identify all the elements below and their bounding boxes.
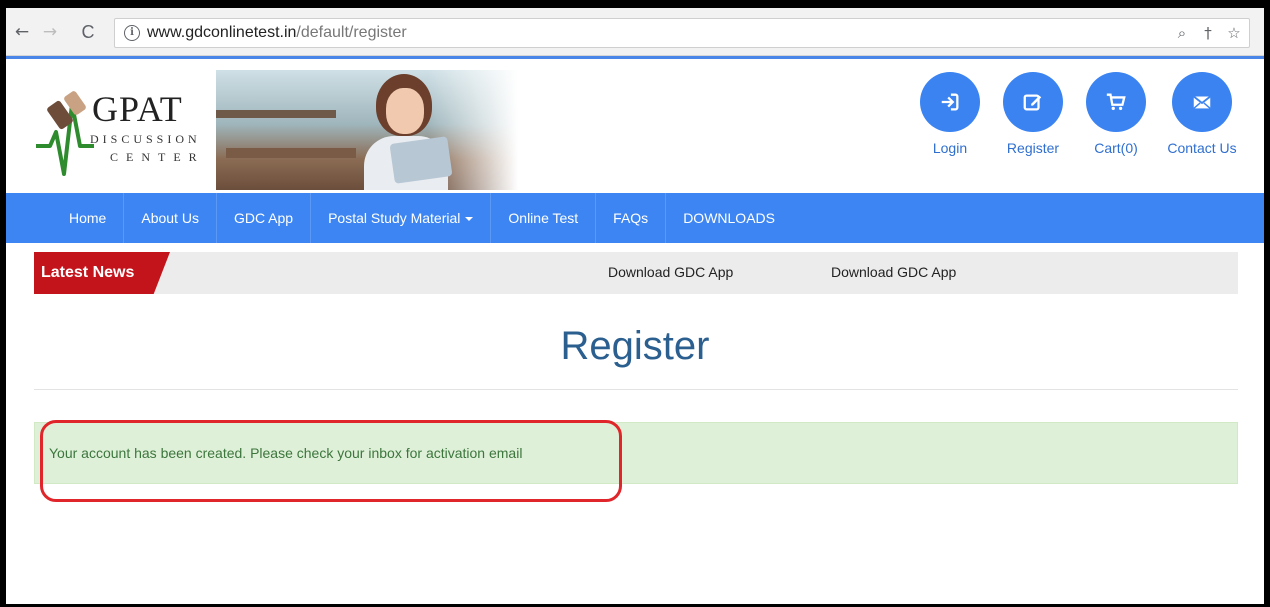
title-divider: [34, 389, 1238, 390]
nav-item-postal-label: Postal Study Material: [328, 210, 461, 226]
nav-item-home[interactable]: Home: [52, 193, 125, 243]
url-host: www.gdconlinetest.in: [147, 24, 297, 41]
star-icon[interactable]: ☆: [1225, 23, 1243, 43]
caret-down-icon: [465, 217, 474, 222]
nav-item-faqs[interactable]: FAQs: [596, 193, 667, 243]
news-ticker: Latest News Download GDC App Download GD…: [34, 252, 1238, 294]
annotation-highlight: [40, 420, 622, 502]
info-icon[interactable]: i: [124, 25, 140, 41]
url-path: /default/register: [296, 24, 407, 41]
nav-item-gdc-app[interactable]: GDC App: [217, 193, 312, 243]
address-bar-actions: ⌕ † ☆: [1173, 23, 1243, 43]
nav-item-postal-study-material[interactable]: Postal Study Material: [311, 193, 492, 243]
browser-toolbar: ← → C i www.gdconlinetest.in/default/reg…: [6, 8, 1264, 56]
logo-title: GPAT: [92, 89, 183, 129]
login-icon[interactable]: [920, 72, 980, 132]
banner-person-face: [386, 88, 424, 134]
address-bar[interactable]: i www.gdconlinetest.in/default/register …: [114, 18, 1250, 48]
logo-subtitle-2: CENTER: [110, 150, 205, 164]
envelope-icon[interactable]: [1172, 72, 1232, 132]
ticker-item[interactable]: Download GDC App: [608, 264, 733, 280]
url-text[interactable]: www.gdconlinetest.in/default/register: [147, 24, 407, 42]
login-label[interactable]: Login: [933, 140, 967, 156]
edit-icon[interactable]: [1003, 72, 1063, 132]
nav-item-downloads[interactable]: DOWNLOADS: [666, 193, 792, 243]
key-icon[interactable]: †: [1199, 23, 1217, 43]
contact-label[interactable]: Contact Us: [1167, 140, 1236, 156]
banner-shelf: [216, 110, 336, 118]
login-button[interactable]: Login: [915, 72, 985, 156]
contact-button[interactable]: Contact Us: [1164, 72, 1240, 156]
tab-accent-line: [6, 56, 1264, 59]
zoom-icon[interactable]: ⌕: [1173, 23, 1191, 43]
register-button[interactable]: Register: [998, 72, 1068, 156]
header-actions: Login Register Cart(0) Contact Us: [915, 72, 1240, 156]
banner-table: [226, 148, 356, 158]
cart-label[interactable]: Cart(0): [1094, 140, 1138, 156]
forward-icon[interactable]: →: [40, 22, 60, 42]
page-title: Register: [560, 324, 710, 368]
header-banner-image: [216, 70, 518, 190]
site-logo[interactable]: GPAT DISCUSSION CENTER: [34, 74, 209, 184]
reload-icon[interactable]: C: [78, 22, 98, 42]
cart-button[interactable]: Cart(0): [1081, 72, 1151, 156]
latest-news-label: Latest News: [34, 252, 170, 294]
register-label[interactable]: Register: [1007, 140, 1059, 156]
nav-item-online-test[interactable]: Online Test: [491, 193, 597, 243]
nav-item-about-us[interactable]: About Us: [124, 193, 217, 243]
main-nav: Home About Us GDC App Postal Study Mater…: [6, 193, 1264, 243]
browser-window: ← → C i www.gdconlinetest.in/default/reg…: [6, 8, 1264, 604]
banner-tablet: [389, 136, 453, 184]
logo-subtitle-1: DISCUSSION: [90, 132, 201, 146]
ticker-item[interactable]: Download GDC App: [831, 264, 956, 280]
cart-icon[interactable]: [1086, 72, 1146, 132]
back-icon[interactable]: ←: [12, 22, 32, 42]
